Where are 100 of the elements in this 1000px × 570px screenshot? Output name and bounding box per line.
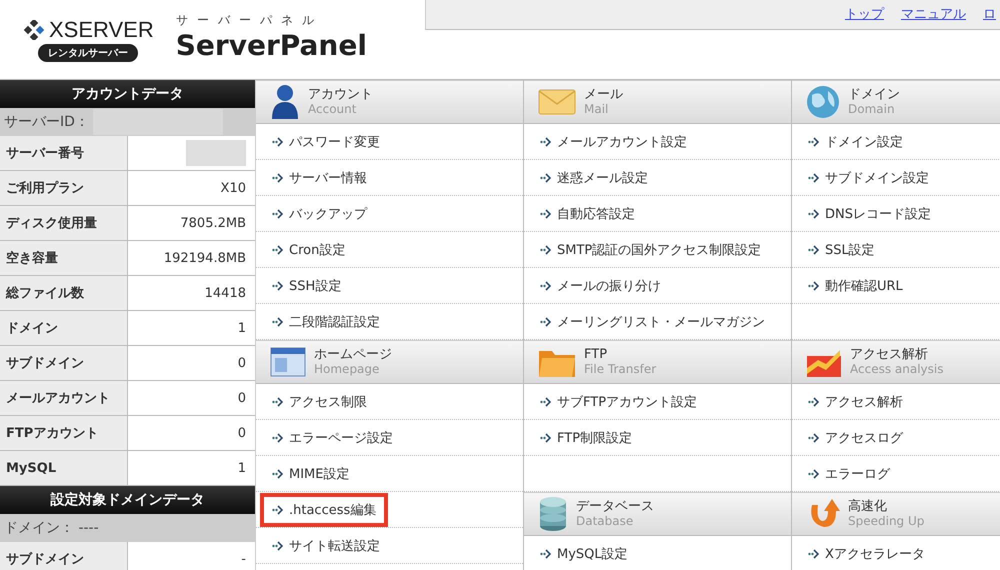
info-label: ドメイン — [0, 311, 128, 345]
menu-link[interactable]: エラーログ — [796, 456, 902, 490]
info-label: ドメイン： ---- — [4, 519, 99, 537]
info-label: ディスク使用量 — [0, 206, 128, 240]
section-title: 高速化 — [848, 500, 888, 514]
menu-link[interactable]: サイト転送設定 — [260, 528, 392, 562]
menu-link[interactable]: 動作確認URL — [796, 268, 915, 302]
section-title: ホームページ — [314, 348, 392, 362]
info-value: - — [241, 552, 246, 566]
arrow-icon — [272, 316, 283, 326]
arrow-icon — [540, 396, 551, 406]
section-icon — [806, 85, 840, 119]
arrow-icon — [540, 280, 551, 290]
arrow-icon — [272, 432, 283, 442]
menu-link[interactable]: Cron設定 — [260, 232, 358, 266]
arrow-icon — [272, 468, 283, 478]
section-title: アカウント — [308, 88, 373, 102]
menu-link[interactable]: メーリングリスト・メールマガジン — [528, 304, 777, 338]
arrow-icon — [540, 136, 551, 146]
info-value: X10 — [220, 180, 246, 196]
section-title: データベース — [576, 500, 654, 514]
brand-tagline: レンタルサーバー — [38, 44, 138, 62]
arrow-icon — [540, 244, 551, 254]
menu-link[interactable]: ドメイン設定 — [796, 124, 915, 158]
arrow-icon — [540, 316, 551, 326]
arrow-icon — [808, 136, 819, 146]
sidebar-heading: 設定対象ドメインデータ — [0, 486, 255, 514]
section-title: ドメイン — [848, 88, 900, 102]
menu-link[interactable]: エラーページ設定 — [260, 420, 405, 454]
menu-link[interactable]: 自動応答設定 — [528, 196, 647, 230]
info-label: 空き容量 — [0, 241, 128, 275]
menu-link[interactable]: SSL設定 — [796, 232, 887, 266]
menu-link[interactable]: アクセスログ — [796, 420, 915, 454]
arrow-icon — [272, 504, 283, 514]
menu-link[interactable]: Xアクセラレータ — [796, 536, 937, 570]
menu-link[interactable]: アクセス制限 — [260, 384, 379, 418]
info-label: 総ファイル数 — [0, 276, 128, 310]
menu-link[interactable]: SSH設定 — [260, 268, 354, 302]
arrow-icon — [540, 432, 551, 442]
menu-link[interactable]: サブFTPアカウント設定 — [528, 384, 710, 418]
info-label: サブドメイン — [0, 542, 128, 570]
arrow-icon — [272, 244, 283, 254]
menu-link[interactable]: .htaccess編集 — [260, 492, 388, 526]
menu-link[interactable]: アクセス解析 — [796, 384, 915, 418]
menu-link[interactable]: サーバー情報 — [260, 160, 379, 194]
menu-link[interactable]: メールの振り分け — [528, 268, 673, 302]
menu-link[interactable]: SMTP認証の国外アクセス制限設定 — [528, 232, 774, 266]
info-label: サーバー番号 — [0, 136, 128, 170]
section-subtitle: File Transfer — [584, 362, 656, 376]
arrow-icon — [540, 208, 551, 218]
section-icon — [270, 84, 300, 120]
arrow-icon — [272, 136, 283, 146]
menu-link[interactable]: サブドメイン設定 — [796, 160, 941, 194]
info-label: サーバーID： — [4, 113, 89, 131]
product-kana: サーバーパネル — [176, 12, 324, 29]
section-subtitle: Domain — [848, 102, 896, 116]
arrow-icon — [808, 244, 819, 254]
section-icon — [538, 88, 576, 116]
section-title: アクセス解析 — [850, 348, 929, 362]
nav-link[interactable]: トップ — [845, 5, 884, 29]
menu-link[interactable]: MIME設定 — [260, 456, 362, 490]
info-label: サブドメイン — [0, 346, 128, 380]
menu-link[interactable]: FTP制限設定 — [528, 420, 644, 454]
menu-link[interactable]: 二段階認証設定 — [260, 304, 392, 338]
menu-link[interactable]: 迷惑メール設定 — [528, 160, 660, 194]
logo-icon — [22, 20, 46, 40]
info-label: MySQL — [0, 451, 128, 485]
info-value: 0 — [238, 390, 246, 406]
menu-link[interactable]: パスワード変更 — [260, 124, 392, 158]
menu-link[interactable]: MySQL設定 — [528, 536, 640, 570]
section-subtitle: Database — [576, 514, 634, 528]
nav-link[interactable]: ロ — [983, 5, 996, 29]
section-icon — [538, 496, 568, 532]
section-subtitle: Mail — [584, 102, 610, 116]
info-value: 14418 — [204, 286, 246, 300]
section-subtitle: Homepage — [314, 362, 380, 376]
arrow-icon — [540, 172, 551, 182]
sidebar-heading: アカウントデータ — [0, 80, 255, 108]
arrow-icon — [272, 396, 283, 406]
menu-link[interactable]: DNSレコード設定 — [796, 196, 943, 230]
info-value: 1 — [238, 460, 246, 476]
arrow-icon — [808, 432, 819, 442]
arrow-icon — [808, 172, 819, 182]
arrow-icon — [272, 280, 283, 290]
menu-link[interactable]: メールアカウント設定 — [528, 124, 699, 158]
section-title: FTP — [584, 348, 608, 362]
arrow-icon — [540, 548, 551, 558]
arrow-icon — [808, 396, 819, 406]
info-value: 0 — [238, 356, 246, 370]
nav-link[interactable]: マニュアル — [901, 5, 966, 29]
menu-link[interactable]: バックアップ — [260, 196, 379, 230]
arrow-icon — [808, 548, 819, 558]
section-icon — [270, 345, 306, 379]
arrow-icon — [272, 172, 283, 182]
section-subtitle: Account — [308, 102, 358, 116]
product-name: ServerPanel — [176, 29, 367, 63]
arrow-icon — [272, 540, 283, 550]
section-title: メール — [584, 88, 623, 102]
info-value: 192194.8MB — [164, 250, 246, 266]
brand-name: XSERVER — [49, 18, 154, 42]
